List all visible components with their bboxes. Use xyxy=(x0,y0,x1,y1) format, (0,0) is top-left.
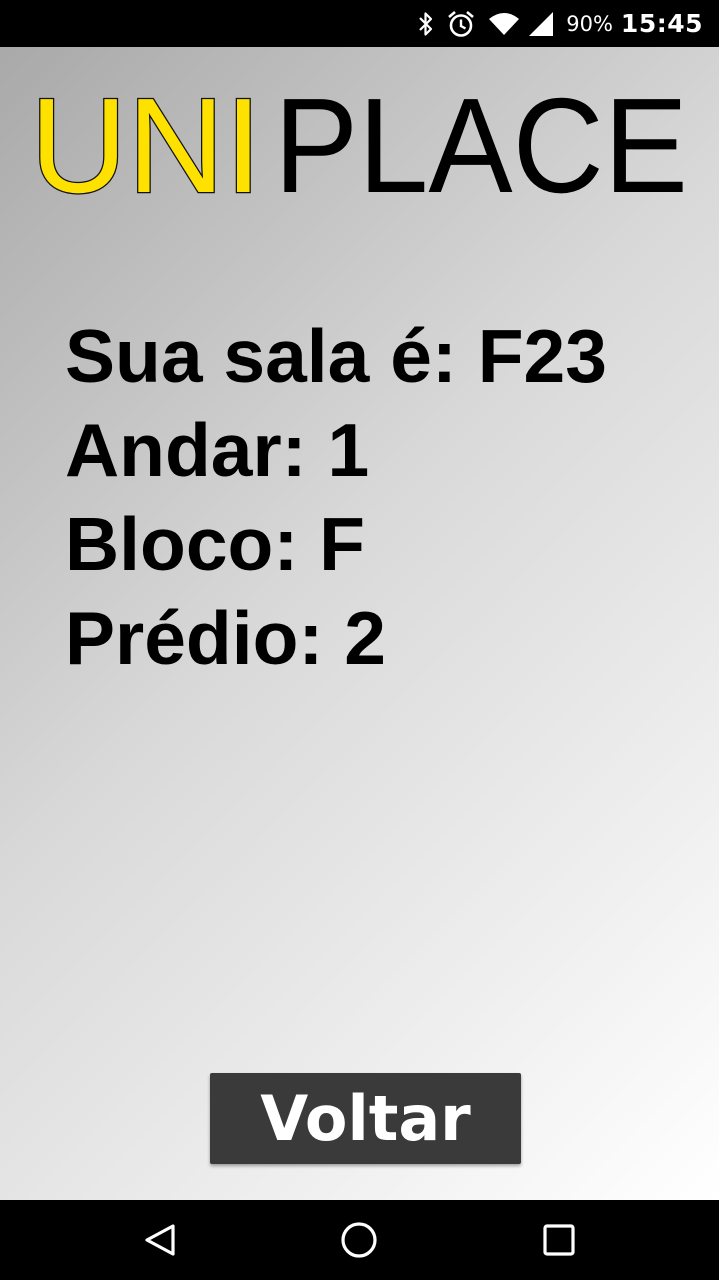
status-bar: 90% 15:45 xyxy=(0,0,719,47)
back-button[interactable]: Voltar xyxy=(210,1073,521,1164)
navigation-bar xyxy=(0,1200,719,1280)
back-icon[interactable] xyxy=(135,1216,185,1264)
logo-place: PLACE xyxy=(274,87,688,207)
logo-uni: UNI xyxy=(30,87,262,207)
uniplace-logo: UNI PLACE xyxy=(30,87,688,207)
clock: 15:45 xyxy=(620,9,703,38)
room-info: Sua sala é: F23 Andar: 1 Bloco: F Prédio… xyxy=(65,309,607,685)
floor-line: Andar: 1 xyxy=(65,408,370,492)
building-line: Prédio: 2 xyxy=(65,596,386,680)
bluetooth-icon xyxy=(418,11,434,37)
alarm-icon xyxy=(446,9,476,39)
wifi-icon xyxy=(488,12,520,36)
cell-signal-icon xyxy=(528,11,554,37)
battery-percentage: 90% xyxy=(566,11,613,36)
recents-icon[interactable] xyxy=(534,1216,584,1264)
room-line: Sua sala é: F23 xyxy=(65,314,607,398)
main-content: UNI PLACE Sua sala é: F23 Andar: 1 Bloco… xyxy=(0,47,719,1200)
home-icon[interactable] xyxy=(334,1216,384,1264)
phone-screen: 90% 15:45 UNI PLACE Sua sala é: F23 Anda… xyxy=(0,0,719,1280)
block-line: Bloco: F xyxy=(65,502,365,586)
